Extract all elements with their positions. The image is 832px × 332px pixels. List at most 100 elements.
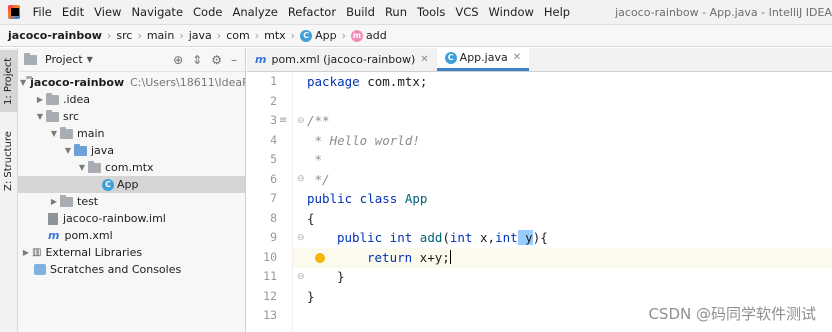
tree-item-label: App [117, 178, 139, 191]
tree-item-path: C:\Users\18611\IdeaPr [130, 76, 245, 89]
code-line-8: { [307, 210, 315, 226]
tab-label: pom.xml (jacoco-rainbow) [271, 52, 416, 66]
tab-label: App.java [459, 51, 508, 64]
code-line-7: public class App [307, 191, 428, 206]
editor-tab-bar: m pom.xml (jacoco-rainbow) ✕ C App.java … [247, 47, 832, 72]
breadcrumb-com[interactable]: com [226, 29, 250, 42]
menu-edit[interactable]: Edit [57, 0, 89, 25]
tree-item-label: External Libraries [45, 246, 143, 259]
intellij-logo-icon [8, 5, 20, 19]
chevron-down-icon[interactable]: ▼ [34, 112, 46, 121]
project-tree: ▼ jacoco-rainbow C:\Users\18611\IdeaPr ▶… [18, 72, 245, 278]
fold-icon[interactable]: ⊖ [297, 233, 305, 243]
close-icon[interactable]: ✕ [513, 52, 521, 63]
folder-icon [60, 126, 73, 139]
class-icon: C [300, 29, 313, 42]
tree-item-external-libraries[interactable]: ▶ ▥ External Libraries [18, 244, 245, 261]
menu-tools[interactable]: Tools [412, 0, 450, 25]
tree-item-label: src [63, 110, 80, 123]
doc-render-icon[interactable]: ≡ [279, 115, 287, 126]
menu-code[interactable]: Code [188, 0, 227, 25]
tab-structure-tool[interactable]: Z: Structure [0, 126, 18, 196]
breadcrumb-class[interactable]: App [315, 29, 337, 42]
hide-icon[interactable]: – [231, 53, 237, 67]
project-panel-header: Project ▼ ⊕ ⇕ ⚙ – [18, 48, 245, 72]
menu-vcs[interactable]: VCS [450, 0, 483, 25]
tree-item-iml[interactable]: jacoco-rainbow.iml [18, 210, 245, 227]
tree-item-label: pom.xml [64, 229, 113, 242]
folder-icon [46, 109, 59, 122]
maven-icon: m [255, 52, 267, 66]
code-area[interactable]: 1 2 3 4 5 6 7 8 9 10 11 12 13 ≡ ⊖ ⊖ ⊖ ⊖ … [247, 72, 832, 332]
breadcrumb-separator-icon: › [106, 29, 112, 42]
menu-file[interactable]: File [28, 0, 57, 25]
tree-item-src[interactable]: ▼ src [18, 108, 245, 125]
chevron-right-icon[interactable]: ▶ [48, 197, 60, 206]
breadcrumb-method[interactable]: add [366, 29, 387, 42]
breadcrumb-src[interactable]: src [116, 29, 132, 42]
fold-icon[interactable]: ⊖ [297, 116, 305, 126]
chevron-down-icon[interactable]: ▼ [48, 129, 60, 138]
tab-app-java[interactable]: C App.java ✕ [436, 47, 530, 71]
chevron-right-icon[interactable]: ▶ [34, 95, 46, 104]
menu-refactor[interactable]: Refactor [283, 0, 341, 25]
line-number: 11 [263, 269, 277, 283]
text-caret [449, 249, 451, 264]
tree-item-pom[interactable]: m pom.xml [18, 227, 245, 244]
tab-pom-xml[interactable]: m pom.xml (jacoco-rainbow) ✕ [247, 47, 437, 71]
breadcrumb-java[interactable]: java [189, 29, 212, 42]
menu-build[interactable]: Build [341, 0, 380, 25]
chevron-right-icon[interactable]: ▶ [20, 248, 32, 257]
source-folder-icon [74, 143, 87, 156]
collapse-all-icon[interactable]: ⇕ [192, 53, 202, 67]
breadcrumb-mtx[interactable]: mtx [264, 29, 286, 42]
menu-help[interactable]: Help [539, 0, 575, 25]
tree-item-label: jacoco-rainbow [30, 76, 125, 89]
line-number: 5 [270, 152, 277, 166]
code-line-6: */ [307, 171, 330, 187]
class-icon: C [102, 178, 114, 191]
line-number: 3 [270, 113, 277, 127]
breadcrumb-separator-icon: › [179, 29, 184, 42]
line-gutter: 1 2 3 4 5 6 7 8 9 10 11 12 13 ≡ ⊖ ⊖ ⊖ ⊖ [247, 72, 305, 332]
menu-navigate[interactable]: Navigate [126, 0, 188, 25]
menu-window[interactable]: Window [484, 0, 539, 25]
tree-item-test[interactable]: ▶ test [18, 193, 245, 210]
code-line-11: } [337, 269, 345, 284]
close-icon[interactable]: ✕ [420, 54, 428, 65]
tree-item-java[interactable]: ▼ java [18, 142, 245, 159]
breadcrumb-project[interactable]: jacoco-rainbow [8, 29, 102, 42]
locate-icon[interactable]: ⊕ [173, 53, 183, 67]
menu-run[interactable]: Run [380, 0, 412, 25]
fold-icon[interactable]: ⊖ [297, 174, 305, 184]
class-icon: C [444, 51, 457, 64]
line-number: 13 [263, 308, 277, 322]
menu-view[interactable]: View [89, 0, 126, 25]
tab-project-tool[interactable]: 1: Project [0, 50, 18, 112]
project-panel-title[interactable]: Project [45, 53, 83, 66]
tree-item-label: Scratches and Consoles [50, 263, 182, 276]
tree-item-label: test [77, 195, 99, 208]
line-number: 9 [270, 230, 277, 244]
menu-analyze[interactable]: Analyze [227, 0, 282, 25]
lightbulb-icon[interactable] [315, 253, 325, 263]
chevron-down-icon[interactable]: ▼ [76, 163, 88, 172]
tree-item-root[interactable]: ▼ jacoco-rainbow C:\Users\18611\IdeaPr [18, 74, 245, 91]
chevron-down-icon[interactable]: ▼ [62, 146, 74, 155]
tree-item-label: main [77, 127, 105, 140]
fold-icon[interactable]: ⊖ [297, 272, 305, 282]
breadcrumb-separator-icon: › [341, 29, 346, 42]
tree-item-app[interactable]: C App [18, 176, 245, 193]
tree-item-scratches[interactable]: Scratches and Consoles [18, 261, 245, 278]
tree-item-idea[interactable]: ▶ .idea [18, 91, 245, 108]
breadcrumb-main[interactable]: main [147, 29, 174, 42]
chevron-down-icon[interactable]: ▼ [20, 78, 26, 87]
chevron-down-icon[interactable]: ▼ [87, 55, 93, 64]
tree-item-package[interactable]: ▼ com.mtx [18, 159, 245, 176]
tree-item-main[interactable]: ▼ main [18, 125, 245, 142]
code-editor: m pom.xml (jacoco-rainbow) ✕ C App.java … [247, 47, 832, 332]
code-line-12: } [307, 288, 315, 304]
gear-icon[interactable]: ⚙ [211, 53, 222, 67]
breadcrumb-separator-icon: › [254, 29, 260, 42]
project-panel: Project ▼ ⊕ ⇕ ⚙ – ▼ jacoco-rainbow C:\Us… [18, 48, 246, 332]
